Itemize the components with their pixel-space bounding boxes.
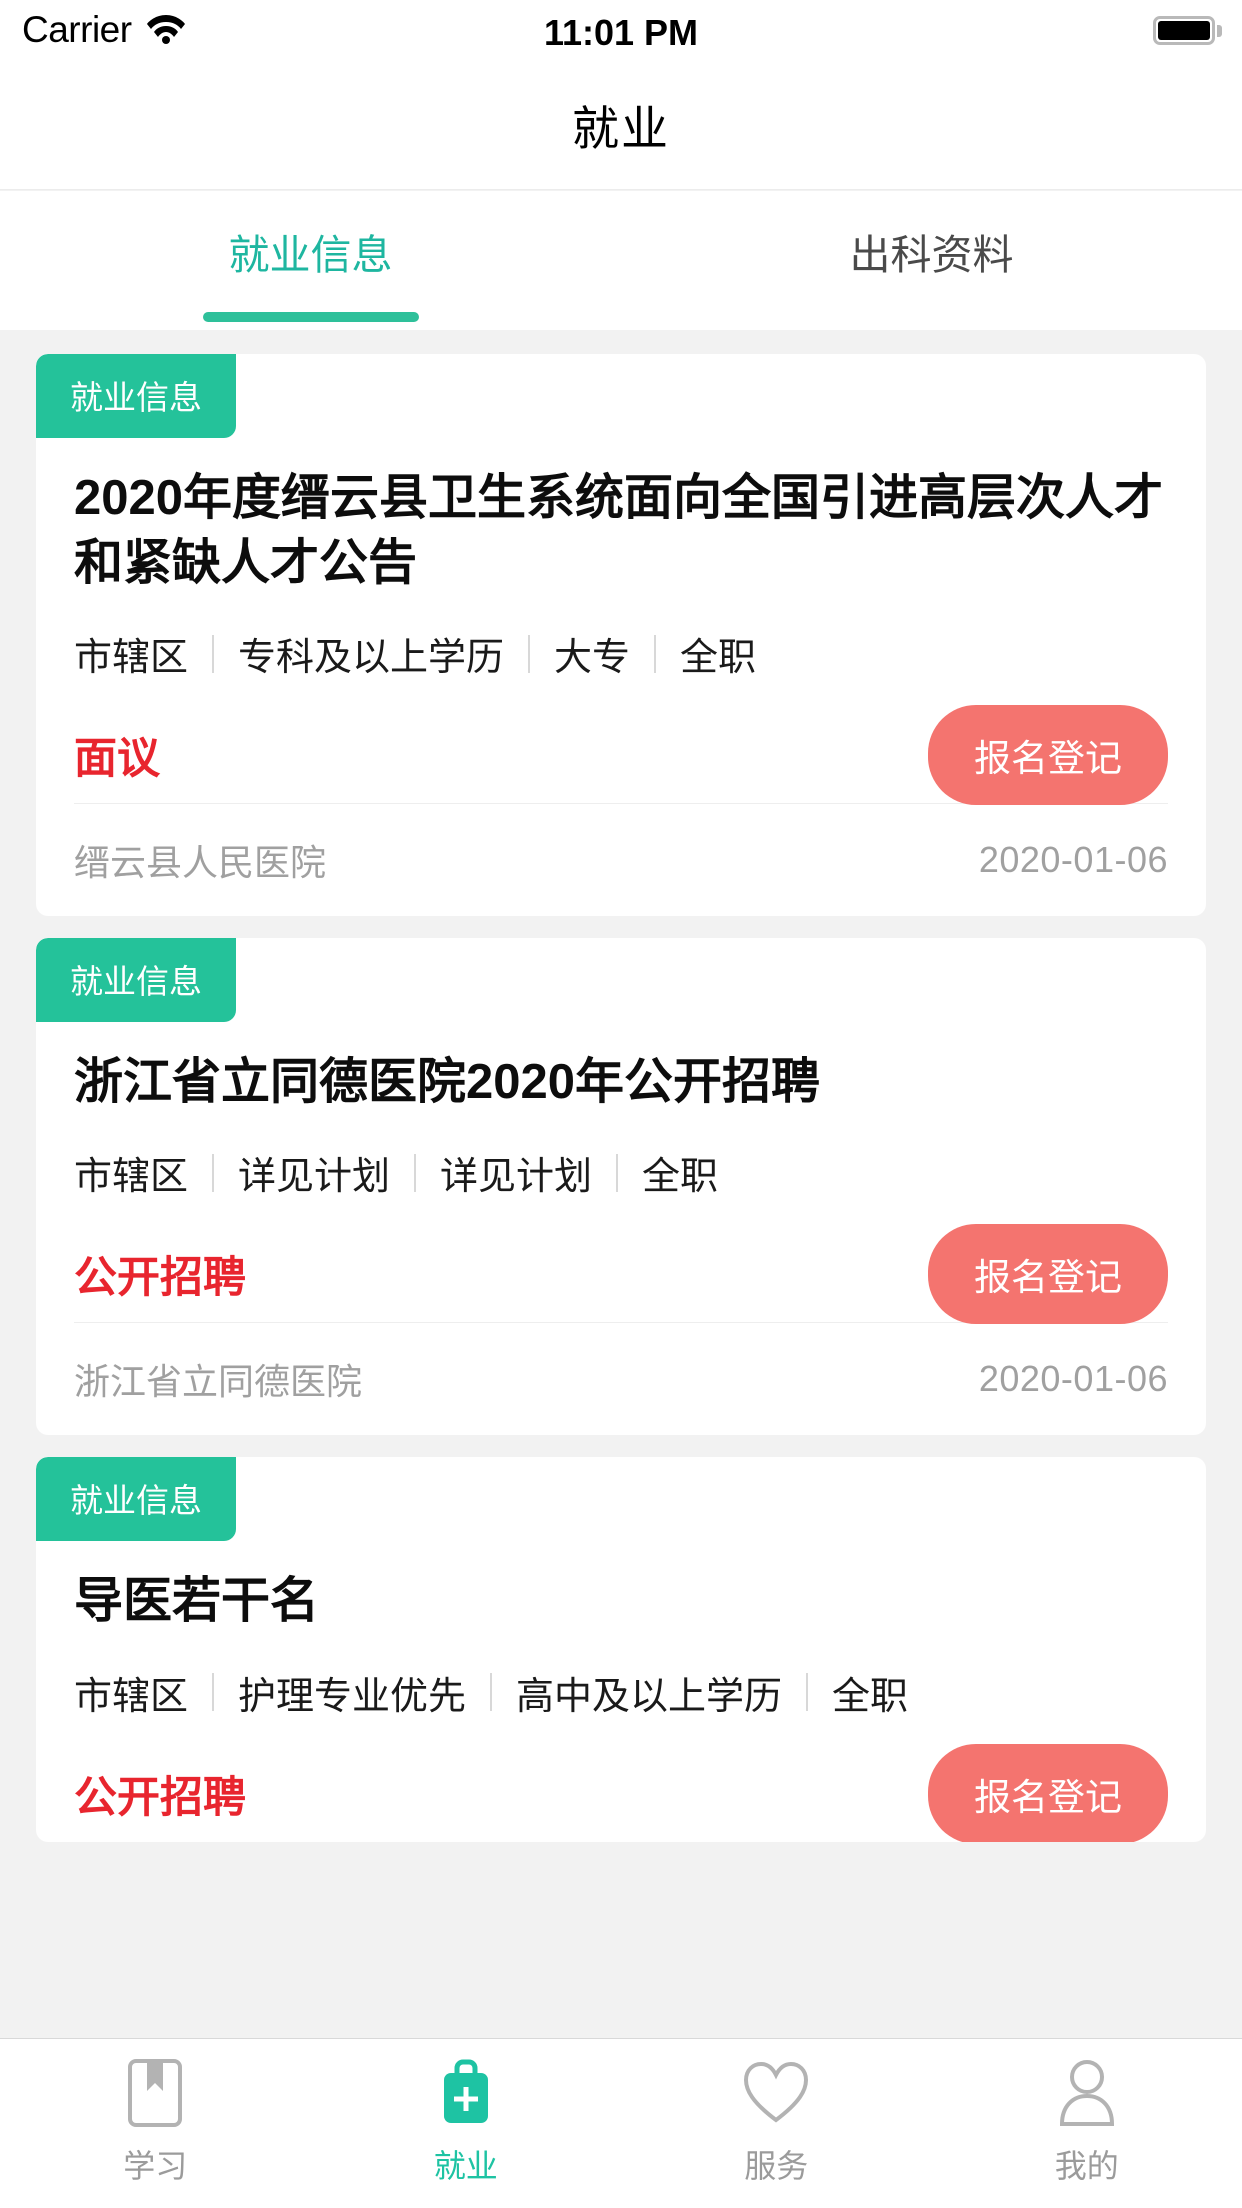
job-salary: 公开招聘 xyxy=(74,1773,246,1822)
job-title: 2020年度缙云县卫生系统面向全国引进高层次人才和紧缺人才公告 xyxy=(74,471,1164,591)
job-tags: 市辖区 护理专业优先 高中及以上学历 全职 xyxy=(74,1665,1168,1720)
job-salary: 面议 xyxy=(74,735,160,784)
apply-button[interactable]: 报名登记 xyxy=(928,1224,1168,1325)
job-price-row: 面议 报名登记 xyxy=(74,705,1168,806)
battery-icon xyxy=(1153,16,1222,45)
job-card-footer: 浙江省立同德医院 2020-01-06 xyxy=(74,1322,1168,1435)
nav-label: 学习 xyxy=(123,2148,188,2184)
person-icon xyxy=(1056,2057,1118,2129)
job-salary: 公开招聘 xyxy=(74,1254,246,1303)
job-card[interactable]: 就业信息 浙江省立同德医院2020年公开招聘 市辖区 详见计划 详见计划 全职 … xyxy=(36,938,1206,1436)
job-price-row: 公开招聘 报名登记 xyxy=(74,1224,1168,1325)
bottom-navigation: 学习 就业 服务 我的 xyxy=(0,2038,1242,2208)
nav-label: 我的 xyxy=(1054,2148,1119,2184)
briefcase-plus-icon xyxy=(435,2057,497,2129)
tab-employment-info[interactable]: 就业信息 xyxy=(0,191,621,330)
nav-item-employment[interactable]: 就业 xyxy=(311,2057,622,2187)
status-bar: Carrier 11:01 PM xyxy=(0,0,1242,60)
job-tag: 专科及以上学历 xyxy=(238,637,505,680)
job-tag: 全职 xyxy=(642,1156,719,1199)
navigation-bar: 就业 xyxy=(0,60,1242,190)
job-card[interactable]: 就业信息 导医若干名 市辖区 护理专业优先 高中及以上学历 全职 公开招聘 报名… xyxy=(36,1457,1206,1842)
status-badge: 就业信息 xyxy=(36,354,236,438)
job-tag: 详见计划 xyxy=(238,1156,391,1199)
job-date: 2020-01-06 xyxy=(978,839,1168,881)
nav-item-services[interactable]: 服务 xyxy=(621,2057,932,2187)
tag-divider xyxy=(490,1673,493,1712)
job-tag: 全职 xyxy=(680,637,757,680)
status-badge: 就业信息 xyxy=(36,938,236,1023)
heart-icon xyxy=(742,2057,810,2129)
job-tag: 市辖区 xyxy=(74,1675,189,1718)
job-tag: 市辖区 xyxy=(74,637,189,680)
tag-divider xyxy=(212,634,215,673)
tab-label: 出科资料 xyxy=(849,232,1014,278)
job-employer: 缙云县人民医院 xyxy=(74,842,327,884)
job-card[interactable]: 就业信息 2020年度缙云县卫生系统面向全国引进高层次人才和紧缺人才公告 市辖区… xyxy=(36,354,1206,917)
job-tag: 大专 xyxy=(554,637,631,680)
tab-active-indicator xyxy=(202,312,419,322)
status-badge: 就业信息 xyxy=(36,1457,236,1542)
tag-divider xyxy=(528,634,531,673)
tag-divider xyxy=(616,1153,619,1192)
apply-button[interactable]: 报名登记 xyxy=(928,1743,1168,1842)
nav-item-profile[interactable]: 我的 xyxy=(932,2057,1242,2187)
tag-divider xyxy=(212,1673,215,1712)
status-bar-clock: 11:01 PM xyxy=(543,12,699,53)
job-card-footer: 缙云县人民医院 2020-01-06 xyxy=(74,803,1168,916)
job-price-row: 公开招聘 报名登记 xyxy=(74,1743,1168,1842)
job-tags: 市辖区 专科及以上学历 大专 全职 xyxy=(74,626,1168,681)
job-date: 2020-01-06 xyxy=(978,1358,1168,1400)
nav-label: 就业 xyxy=(433,2148,498,2184)
job-tag: 护理专业优先 xyxy=(238,1675,467,1718)
job-tags: 市辖区 详见计划 详见计划 全职 xyxy=(74,1145,1168,1200)
tab-label: 就业信息 xyxy=(228,232,393,278)
tag-divider xyxy=(212,1153,215,1192)
job-tag: 详见计划 xyxy=(440,1156,593,1199)
job-tag: 高中及以上学历 xyxy=(516,1675,783,1718)
tab-rotation-materials[interactable]: 出科资料 xyxy=(621,191,1242,330)
tag-divider xyxy=(654,634,657,673)
job-list[interactable]: 就业信息 2020年度缙云县卫生系统面向全国引进高层次人才和紧缺人才公告 市辖区… xyxy=(0,330,1242,2038)
page-title: 就业 xyxy=(572,102,670,155)
tag-divider xyxy=(414,1153,417,1192)
apply-button[interactable]: 报名登记 xyxy=(928,705,1168,806)
job-tag: 全职 xyxy=(832,1675,909,1718)
job-employer: 浙江省立同德医院 xyxy=(74,1361,363,1403)
job-tag: 市辖区 xyxy=(74,1156,189,1199)
nav-item-study[interactable]: 学习 xyxy=(0,2057,311,2187)
app-screen: Carrier 11:01 PM 就业 就业信息 出科资料 就业信息 2020年… xyxy=(0,0,1242,2208)
job-title: 导医若干名 xyxy=(74,1574,320,1629)
book-bookmark-icon xyxy=(126,2057,184,2129)
tab-bar: 就业信息 出科资料 xyxy=(0,191,1242,330)
tag-divider xyxy=(806,1673,809,1712)
job-title: 浙江省立同德医院2020年公开招聘 xyxy=(74,1055,821,1110)
nav-label: 服务 xyxy=(744,2148,809,2184)
